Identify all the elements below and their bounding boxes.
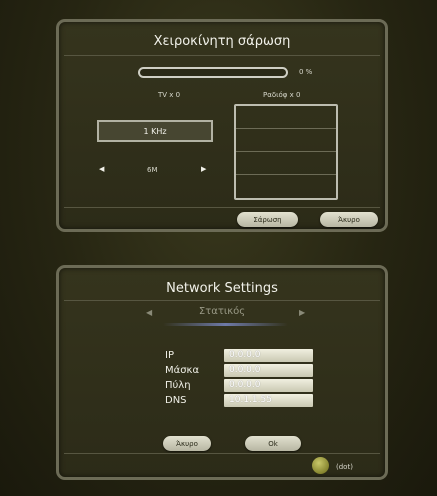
bandwidth-value: 6M xyxy=(147,166,158,174)
gateway-field[interactable]: 0.0.0.0 xyxy=(224,379,313,392)
ip-field[interactable]: 0.0.0.0 xyxy=(224,349,313,362)
green-dot-icon[interactable] xyxy=(312,457,329,474)
ok-button[interactable]: Ok xyxy=(245,436,301,451)
tv-count: TV x 0 xyxy=(158,91,181,99)
list-item xyxy=(236,152,336,175)
divider xyxy=(64,300,380,301)
cancel-button[interactable]: Άκυρο xyxy=(320,212,378,227)
arrow-right-icon[interactable]: ▶ xyxy=(299,308,305,317)
arrow-left-icon[interactable]: ◀ xyxy=(99,165,104,173)
dot-hint: (dot) xyxy=(336,463,353,471)
network-mode[interactable]: Στατικός xyxy=(59,306,385,317)
divider xyxy=(64,55,380,56)
divider xyxy=(64,453,380,454)
frequency-value: 1 KHz xyxy=(143,126,167,136)
gateway-label: Πύλη xyxy=(165,380,191,391)
dialog-title: Network Settings xyxy=(166,281,278,296)
ip-label: IP xyxy=(165,350,174,361)
scan-progress-bar xyxy=(138,67,288,78)
mode-underline xyxy=(163,323,288,326)
dialog-title: Χειροκίνητη σάρωση xyxy=(153,34,291,49)
divider xyxy=(64,207,380,208)
mask-label: Μάσκα xyxy=(165,365,200,376)
list-item xyxy=(236,129,336,152)
arrow-right-icon[interactable]: ▶ xyxy=(201,165,206,173)
mask-field[interactable]: 0.0.0.0 xyxy=(224,364,313,377)
network-settings-dialog: Network Settings ◀ Στατικός ▶ IP 0.0.0.0… xyxy=(56,265,388,480)
list-item xyxy=(236,175,336,198)
manual-scan-dialog: Χειροκίνητη σάρωση 0 % TV x 0 Ραδιόφ x 0… xyxy=(56,19,388,232)
progress-percent: 0 % xyxy=(299,68,313,76)
dns-field[interactable]: 10.1.1.55 xyxy=(224,394,313,407)
channel-list xyxy=(234,104,338,200)
cancel-button[interactable]: Άκυρο xyxy=(163,436,211,451)
list-item xyxy=(236,106,336,129)
radio-count: Ραδιόφ x 0 xyxy=(263,91,301,99)
scan-button[interactable]: Σάρωση xyxy=(237,212,298,227)
frequency-input[interactable]: 1 KHz xyxy=(97,120,213,142)
dns-label: DNS xyxy=(165,395,187,406)
